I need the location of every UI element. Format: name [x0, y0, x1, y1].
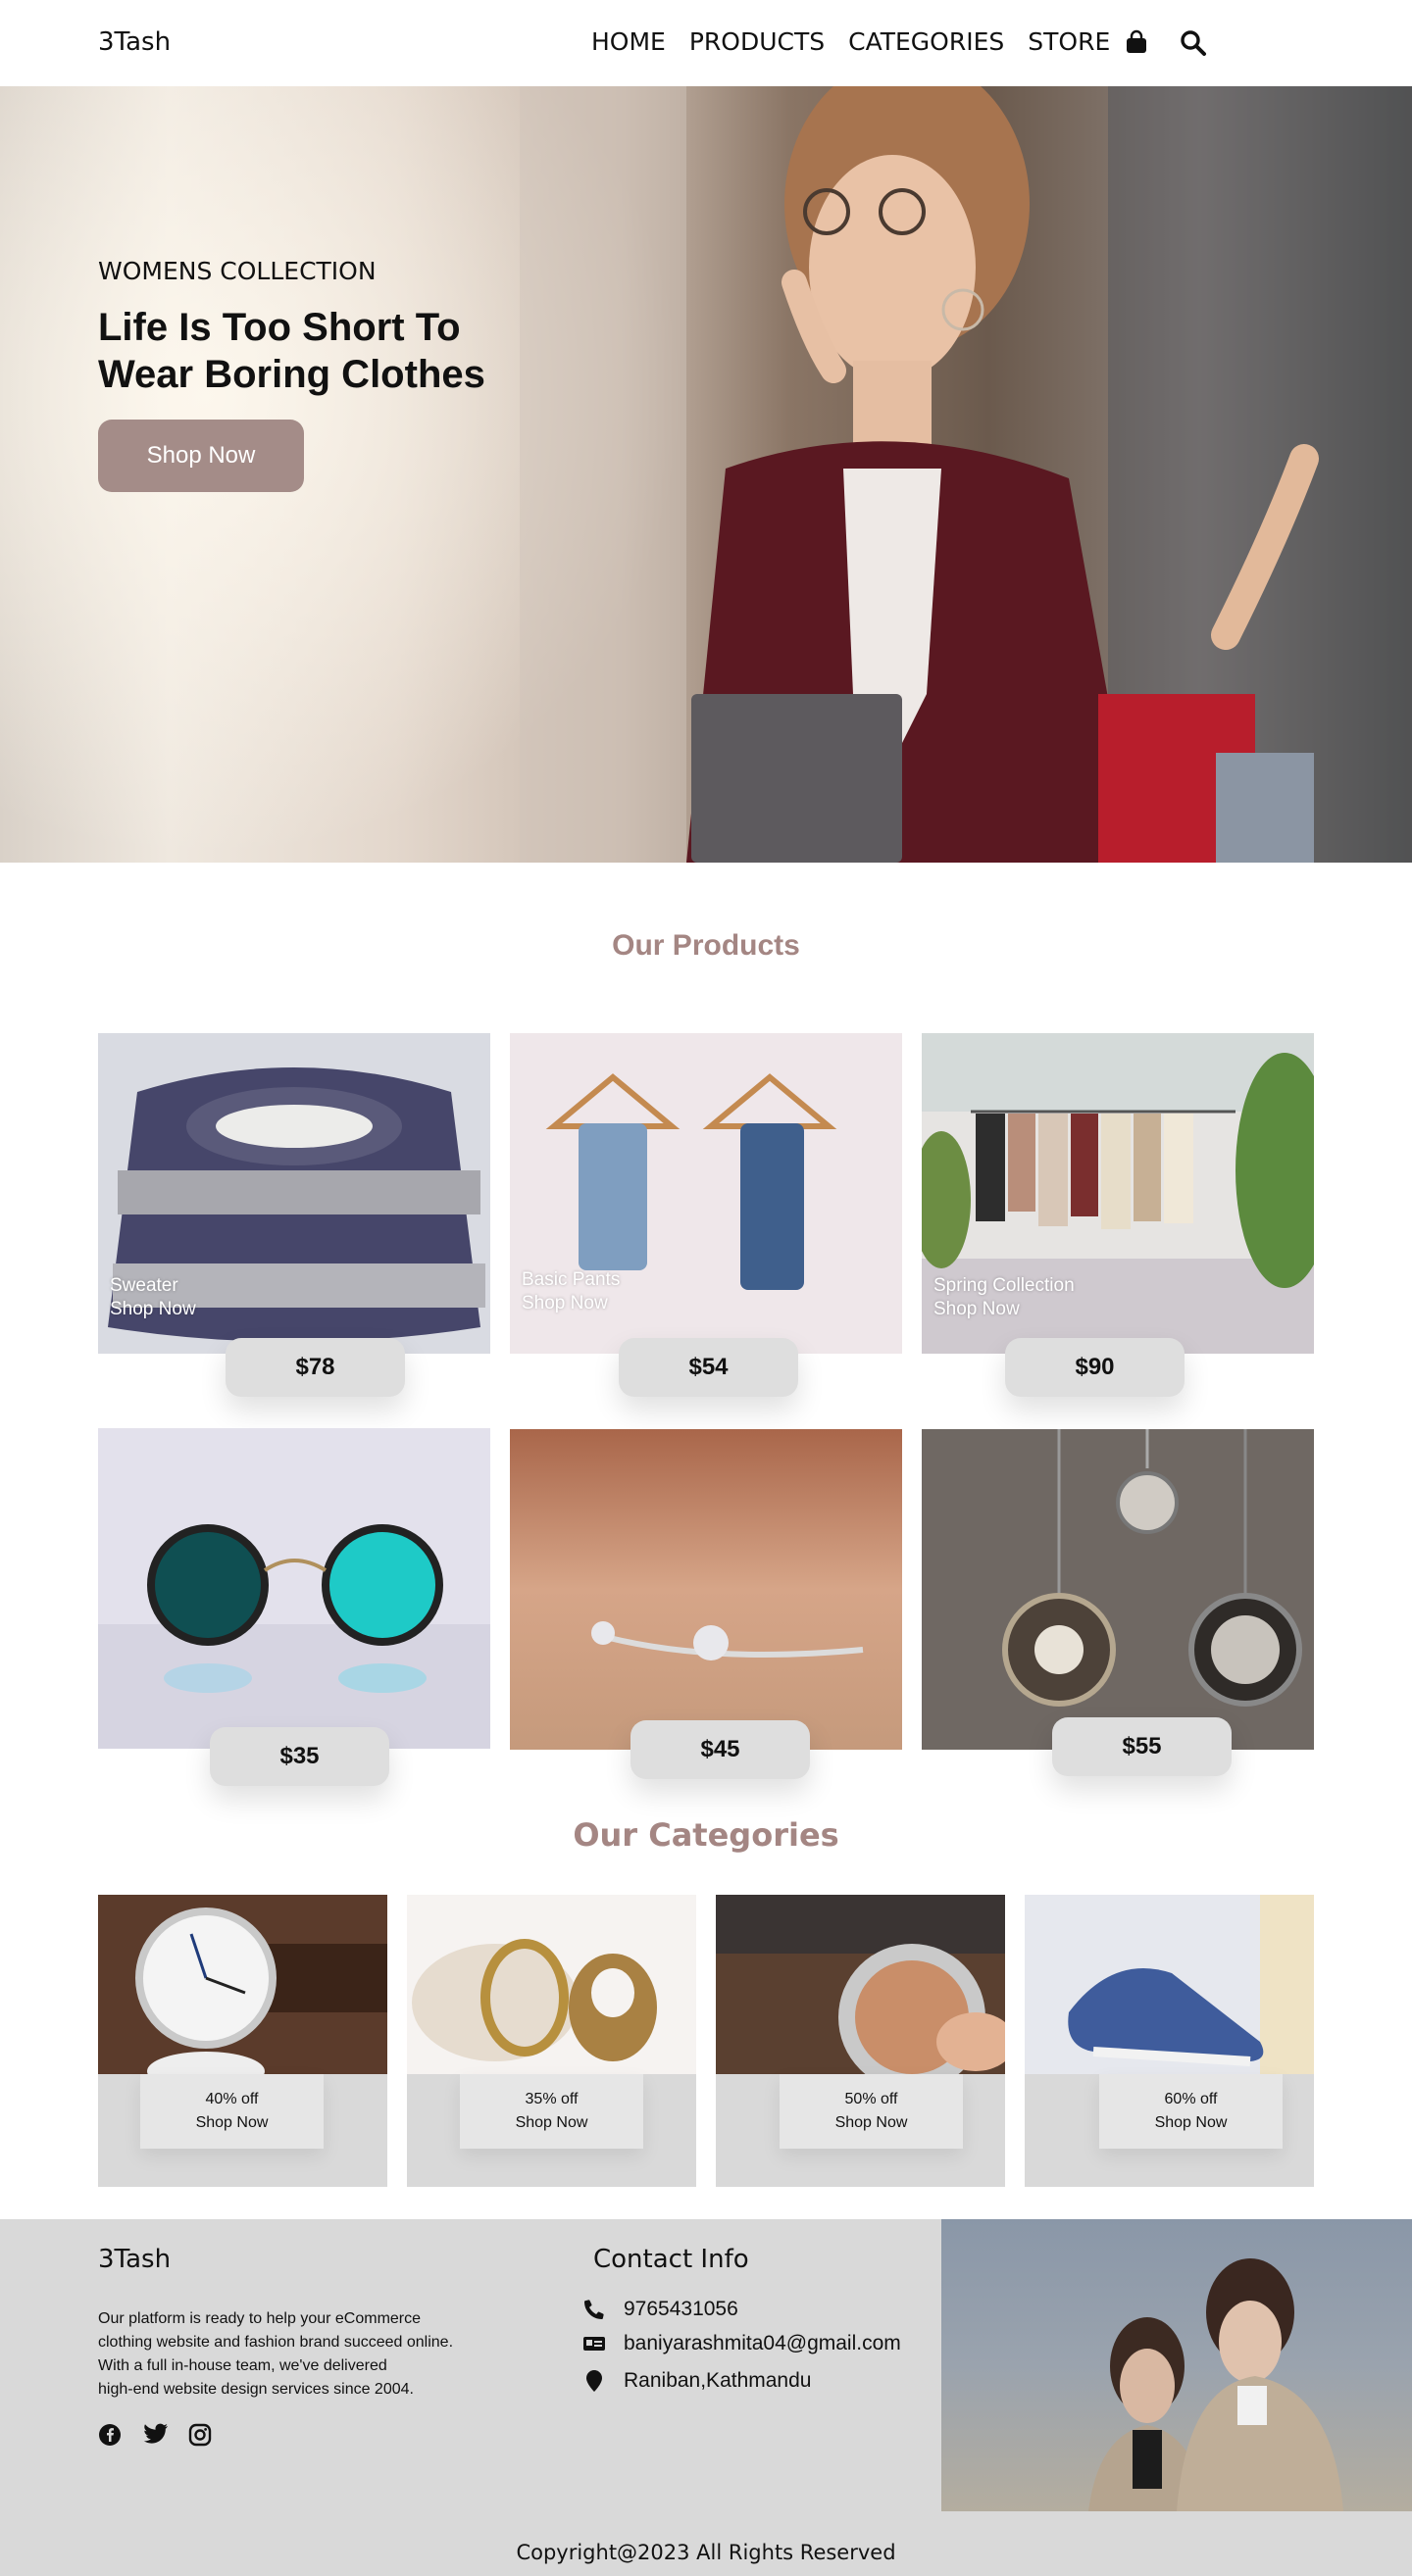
- bracelet-image: [510, 1429, 902, 1750]
- footer-models-image: [941, 2219, 1412, 2511]
- contact-email: baniyarashmita04@gmail.com: [580, 2332, 901, 2355]
- category-card-makeup[interactable]: 50% off Shop Now: [716, 1895, 1005, 2187]
- product-price: $54: [619, 1338, 798, 1397]
- hero-banner: WOMENS COLLECTION Life Is Too Short To W…: [0, 86, 1412, 863]
- category-card-shoes[interactable]: 60% off Shop Now: [1025, 1895, 1314, 2187]
- instagram-icon[interactable]: [188, 2423, 214, 2449]
- product-card-sweater[interactable]: Sweater Shop Now: [98, 1033, 490, 1354]
- copyright-text: Copyright@2023 All Rights Reserved: [516, 2541, 896, 2564]
- product-price: $35: [210, 1727, 389, 1786]
- nav-link-store[interactable]: STORE: [1028, 27, 1110, 56]
- earrings-image: [407, 1895, 696, 2074]
- product-card-bracelet[interactable]: [510, 1429, 902, 1750]
- category-shop-link[interactable]: Shop Now: [1099, 2111, 1283, 2135]
- category-discount: 60% off: [1164, 2091, 1218, 2107]
- product-price: $90: [1005, 1338, 1185, 1397]
- product-card-sunglasses[interactable]: [98, 1428, 490, 1749]
- hero-subtitle: WOMENS COLLECTION: [98, 257, 377, 285]
- contact-email-text[interactable]: baniyarashmita04@gmail.com: [624, 2332, 901, 2355]
- nav-link-products[interactable]: PRODUCTS: [689, 27, 825, 56]
- sunglasses-image: [98, 1428, 490, 1749]
- product-card-basic-pants[interactable]: Basic Pants Shop Now: [510, 1033, 902, 1354]
- contact-phone: 9765431056: [580, 2298, 738, 2321]
- categories-section-title: Our Categories: [573, 1816, 839, 1854]
- watch-image: [98, 1895, 387, 2074]
- site-logo[interactable]: 3Tash: [98, 27, 171, 57]
- product-name: Sweater: [110, 1275, 178, 1296]
- product-price: $55: [1052, 1717, 1232, 1776]
- category-card-earrings[interactable]: 35% off Shop Now: [407, 1895, 696, 2187]
- hero-title: Life Is Too Short To Wear Boring Clothes: [98, 306, 485, 396]
- contact-address-text: Raniban,Kathmandu: [624, 2369, 812, 2392]
- twitter-icon[interactable]: [143, 2423, 169, 2449]
- contact-info-title: Contact Info: [593, 2245, 749, 2274]
- category-shop-link[interactable]: Shop Now: [460, 2111, 643, 2135]
- footer: 3Tash Our platform is ready to help your…: [0, 2219, 1412, 2576]
- category-card-watches[interactable]: 40% off Shop Now: [98, 1895, 387, 2187]
- product-card-pocket-watches[interactable]: [922, 1429, 1314, 1750]
- category-discount: 40% off: [205, 2091, 259, 2107]
- makeup-image: [716, 1895, 1005, 2074]
- product-price: $78: [226, 1338, 405, 1397]
- nav-link-home[interactable]: HOME: [591, 27, 666, 56]
- category-discount: 50% off: [844, 2091, 898, 2107]
- main-menu: HOME PRODUCTS CATEGORIES STORE: [591, 27, 1110, 56]
- footer-logo[interactable]: 3Tash: [98, 2245, 171, 2274]
- pocket-watches-image: [922, 1429, 1314, 1750]
- category-shop-link[interactable]: Shop Now: [140, 2111, 324, 2135]
- category-shop-link[interactable]: Shop Now: [780, 2111, 963, 2135]
- product-shop-link[interactable]: Shop Now: [110, 1298, 196, 1321]
- product-price: $45: [630, 1720, 810, 1779]
- shoes-image: [1025, 1895, 1314, 2074]
- product-shop-link[interactable]: Shop Now: [933, 1298, 1075, 1321]
- navbar: 3Tash HOME PRODUCTS CATEGORIES STORE: [0, 0, 1412, 86]
- id-card-icon: [580, 2332, 608, 2355]
- facebook-icon[interactable]: [98, 2423, 124, 2449]
- footer-about-text: Our platform is ready to help your eComm…: [98, 2310, 454, 2398]
- product-card-spring-collection[interactable]: Spring Collection Shop Now: [922, 1033, 1314, 1354]
- map-pin-icon: [580, 2369, 608, 2393]
- products-section-title: Our Products: [612, 929, 800, 962]
- nav-link-categories[interactable]: CATEGORIES: [848, 27, 1004, 56]
- product-name: Basic Pants: [522, 1269, 621, 1290]
- product-name: Spring Collection: [933, 1275, 1075, 1296]
- contact-address: Raniban,Kathmandu: [580, 2369, 811, 2393]
- shop-now-button[interactable]: Shop Now: [98, 420, 304, 492]
- shopping-bag-icon[interactable]: [1124, 29, 1153, 59]
- category-discount: 35% off: [525, 2091, 579, 2107]
- product-shop-link[interactable]: Shop Now: [522, 1292, 620, 1315]
- phone-icon: [580, 2298, 608, 2321]
- contact-phone-text[interactable]: 9765431056: [624, 2298, 738, 2321]
- search-icon[interactable]: [1180, 29, 1209, 59]
